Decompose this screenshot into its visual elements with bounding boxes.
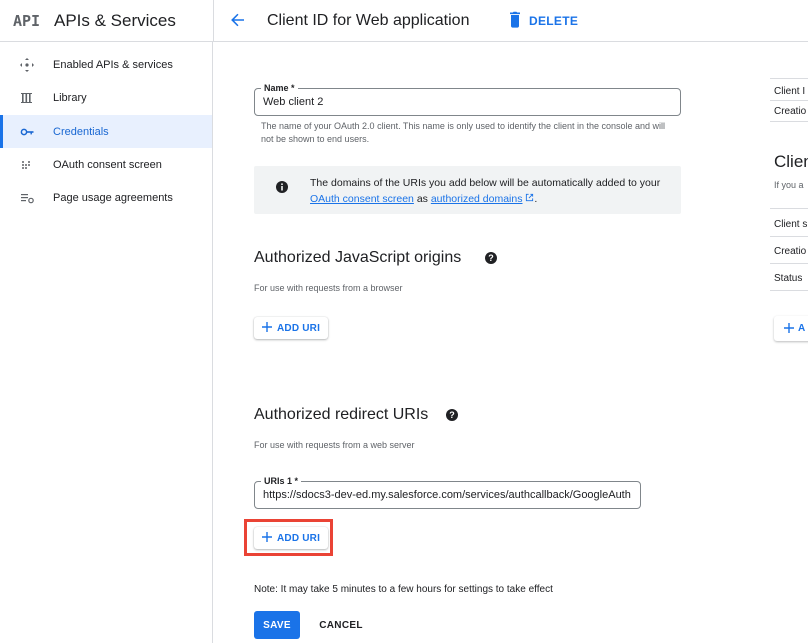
redirect-uris-title: Authorized redirect URIs [254,406,429,423]
name-field[interactable]: Name * Web client 2 [254,82,681,116]
redirect-uris-subtitle: For use with requests from a web server [254,440,415,450]
sidebar-item-label: OAuth consent screen [53,158,162,171]
back-arrow-icon[interactable] [228,10,248,30]
info-text: The domains of the URIs you add below wi… [310,177,661,205]
svg-text:?: ? [449,410,455,420]
sidebar-item-oauth-consent[interactable]: OAuth consent screen [0,148,212,181]
divider [770,121,808,122]
divider [770,290,808,291]
name-input[interactable]: Web client 2 [263,96,323,108]
js-origins-title: Authorized JavaScript origins [254,249,462,266]
sidebar-item-enabled-apis[interactable]: Enabled APIs & services [0,48,212,81]
info-icon [275,180,289,194]
client-secrets-subtitle: If you a [774,180,804,190]
name-hint: The name of your OAuth 2.0 client. This … [261,121,666,144]
cancel-button[interactable]: CANCEL [312,611,370,639]
add-secret-label: A [798,323,806,334]
sidebar-item-label: Enabled APIs & services [53,58,173,71]
add-uri-label: ADD URI [277,322,321,334]
help-icon[interactable]: ? [484,251,498,265]
divider [770,236,808,237]
divider [770,78,808,79]
top-bar: API APIs & Services Client ID for Web ap… [0,0,808,42]
svg-text:?: ? [488,253,494,263]
uri-field-label: URIs 1 * [261,475,302,487]
add-secret-button[interactable]: A [774,316,808,341]
client-secret-label: Client s [774,219,808,230]
sidebar-item-label: Page usage agreements [53,191,173,204]
divider [770,208,808,209]
sidebar-item-label: Credentials [53,125,109,138]
oauth-consent-link[interactable]: OAuth consent screen [310,193,414,205]
sidebar-item-library[interactable]: Library [0,81,212,114]
plus-icon [262,319,272,337]
creation-date-label: Creatio [774,246,807,257]
redirect-uri-input[interactable]: https://sdocs3-dev-ed.my.salesforce.com/… [263,489,635,501]
app-title: APIs & Services [54,11,176,30]
divider [213,0,214,42]
api-logo: API [13,12,41,30]
client-id-label: Client I [774,86,806,97]
plus-icon [784,320,794,338]
delete-label: DELETE [529,14,579,28]
settings-note: Note: It may take 5 minutes to a few hou… [254,584,553,595]
divider [770,100,808,101]
plus-icon [262,529,272,547]
save-button[interactable]: SAVE [254,611,300,639]
library-icon [19,90,35,106]
divider [770,263,808,264]
delete-button[interactable]: DELETE [507,10,578,32]
info-banner: The domains of the URIs you add below wi… [254,166,681,214]
creation-date-label: Creatio [774,106,807,117]
js-origins-subtitle: For use with requests from a browser [254,283,403,293]
trash-icon [507,10,523,33]
add-redirect-uri-button[interactable]: ADD URI [254,527,329,549]
key-icon [19,124,35,140]
info-text-part: The domains of the URIs you add below wi… [310,177,661,189]
sidebar-item-label: Library [53,91,87,104]
status-label: Status [774,273,803,284]
enabled-apis-icon [19,57,35,73]
authorized-domains-link[interactable]: authorized domains [431,193,523,205]
add-uri-label: ADD URI [277,532,321,544]
info-text-part: as [413,193,431,205]
external-link-icon [522,193,534,205]
sidebar: Enabled APIs & services Library Credenti… [0,42,213,643]
consent-screen-icon [19,157,35,173]
page-title: Client ID for Web application [267,12,470,29]
settings-list-icon [19,190,35,206]
help-icon[interactable]: ? [445,408,459,422]
name-field-label: Name * [261,82,298,94]
client-secrets-title: Clien [774,152,808,171]
sidebar-item-page-usage[interactable]: Page usage agreements [0,181,212,214]
add-js-origin-button[interactable]: ADD URI [254,317,329,339]
sidebar-item-credentials[interactable]: Credentials [0,115,212,148]
redirect-uri-field[interactable]: URIs 1 * https://sdocs3-dev-ed.my.salesf… [254,475,641,509]
